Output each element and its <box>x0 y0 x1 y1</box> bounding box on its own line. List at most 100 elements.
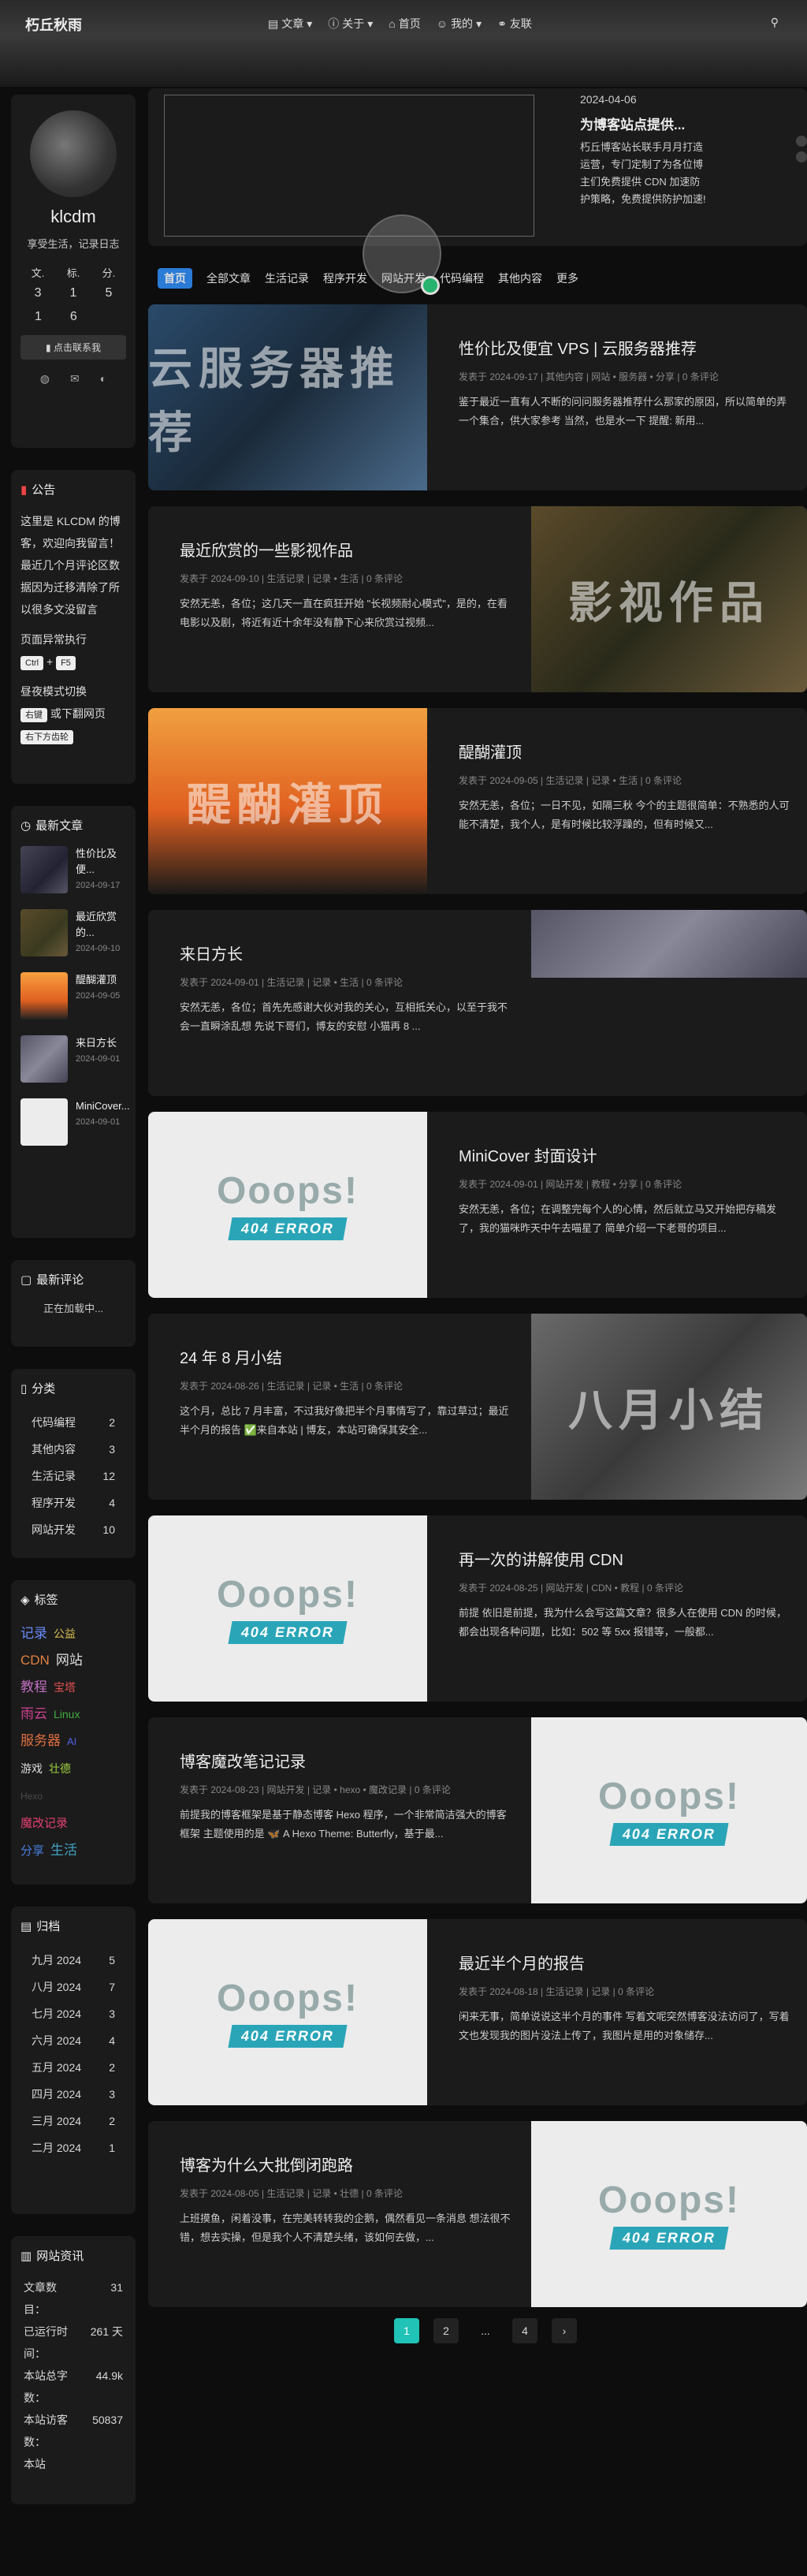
categories-title: ▯ 分类 <box>20 1381 56 1396</box>
next-page-icon[interactable]: › <box>552 2318 577 2343</box>
page-link[interactable]: 4 <box>512 2318 537 2343</box>
recent-post-item[interactable]: MiniCover... 2024-09-01 <box>20 1098 130 1146</box>
post-card[interactable]: Ooops! 404 ERROR 再一次的讲解使用 CDN 发表于 2024-08-… <box>148 1515 807 1702</box>
tab-more[interactable]: 更多 <box>556 270 578 286</box>
history-icon: ◷ <box>20 818 32 833</box>
tag-item[interactable]: 网站 <box>56 1653 83 1668</box>
nav-item-friends[interactable]: ⚭ 友联 <box>497 16 532 32</box>
post-title[interactable]: 再一次的讲解使用 CDN <box>459 1547 790 1570</box>
nav-item-articles[interactable]: ▤ 文章 ▾ <box>268 16 312 32</box>
tab-other[interactable]: 其他内容 <box>498 270 542 286</box>
post-card[interactable]: 醍醐灌顶 醍醐灌顶 发表于 2024-09-05 | 生活记录 | 记录 • 生活… <box>148 708 807 894</box>
link-icon: ⚭ <box>497 17 507 30</box>
category-item[interactable]: 网站开发 10 <box>20 1516 126 1543</box>
post-cover: 云服务器推荐 <box>148 304 427 490</box>
nav-item-about[interactable]: ⓘ 关于 ▾ <box>328 16 373 32</box>
post-card[interactable]: Ooops! 404 ERROR 最近半个月的报告 发表于 2024-08-18 |… <box>148 1919 807 2105</box>
stat-tags[interactable]: 标. 1 <box>56 265 91 300</box>
post-card[interactable]: Ooops! 404 ERROR MiniCover 封面设计 发表于 2024-0… <box>148 1112 807 1298</box>
home-icon: ⌂ <box>389 17 396 30</box>
post-meta: 发表于 2024-08-26 | 生活记录 | 记录 • 生活 | 0 条评论 <box>180 1381 403 1392</box>
category-item[interactable]: 代码编程 2 <box>20 1409 126 1436</box>
recent-posts-title: ◷ 最新文章 <box>20 818 84 833</box>
recent-post-item[interactable]: 来日方长 2024-09-01 <box>20 1035 126 1083</box>
tag-item[interactable]: 壮德 <box>49 1762 71 1775</box>
post-meta: 发表于 2024-09-05 | 生活记录 | 记录 • 生活 | 0 条评论 <box>459 775 682 786</box>
post-meta: 发表于 2024-09-17 | 其他内容 | 网站 • 服务器 • 分享 | … <box>459 371 719 382</box>
stat-categories[interactable]: 分. 5 <box>91 265 126 300</box>
post-card[interactable]: 最近欣赏的一些影视作品 发表于 2024-09-10 | 生活记录 | 记录 • … <box>148 506 807 692</box>
stat-articles[interactable]: 文. 3 <box>20 265 55 300</box>
post-title[interactable]: 24 年 8 月小结 <box>180 1345 511 1368</box>
featured-title[interactable]: 为博客站点提供... <box>580 114 685 133</box>
archive-item[interactable]: 二月 2024 1 <box>20 2134 126 2161</box>
nav-item-mine[interactable]: ☺ 我的 ▾ <box>437 16 482 32</box>
tag-item[interactable]: 雨云 <box>20 1706 47 1721</box>
post-card[interactable]: 云服务器推荐 性价比及便宜 VPS | 云服务器推荐发表于 2024-09-17… <box>148 304 807 490</box>
tag-item[interactable]: 生活 <box>50 1843 77 1858</box>
tag-item[interactable]: Linux <box>54 1708 80 1720</box>
announcement-text: 这里是 KLCDM 的博客，欢迎向我留言！最近几个月评论区数据因为迁移清除了所以… <box>20 515 121 616</box>
tag-item[interactable]: CDN <box>20 1653 50 1668</box>
post-title[interactable]: 性价比及便宜 VPS | 云服务器推荐 <box>459 336 790 359</box>
post-title[interactable]: 博客为什么大批倒闭跑路 <box>180 2153 511 2175</box>
github-icon[interactable]: ◍ <box>40 372 50 386</box>
archive-item[interactable]: 八月 2024 7 <box>20 1974 126 2000</box>
post-cover: Ooops! 404 ERROR <box>531 1717 807 1903</box>
tag-item[interactable]: AI <box>67 1735 76 1747</box>
carousel-dot[interactable] <box>796 151 807 162</box>
tab-program[interactable]: 程序开发 <box>323 270 367 286</box>
tag-item[interactable]: 魔改记录 <box>20 1817 68 1830</box>
tag-item[interactable]: 服务器 <box>20 1733 61 1748</box>
tag-item[interactable]: 公益 <box>54 1627 76 1640</box>
featured-post[interactable]: 2024-04-06 为博客站点提供... 朽丘博客站长联手月月打造运营，专门定… <box>148 88 807 246</box>
carousel-dot[interactable] <box>796 136 807 147</box>
archive-item[interactable]: 五月 2024 2 <box>20 2054 126 2081</box>
recent-post-item[interactable]: 醍醐灌顶 2024-09-05 <box>20 972 126 1020</box>
post-cover: Ooops! 404 ERROR <box>148 1112 427 1298</box>
recent-posts-card: ◷ 最新文章 性价比及便... 2024-09-17 最近欣赏的... 2024-09… <box>11 806 136 1238</box>
tag-item[interactable]: Hexo <box>20 1791 43 1802</box>
archive-item[interactable]: 三月 2024 2 <box>20 2108 126 2134</box>
post-title[interactable]: 最近半个月的报告 <box>459 1951 790 1974</box>
tag-item[interactable]: 游戏 <box>20 1762 43 1775</box>
qq-icon[interactable]: ◐ <box>100 372 106 386</box>
contact-button[interactable]: ▮ 点击联系我 <box>20 335 126 360</box>
archive-item[interactable]: 四月 2024 3 <box>20 2081 126 2108</box>
archive-icon: ▤ <box>20 1919 32 1933</box>
post-card[interactable]: 24 年 8 月小结发表于 2024-08-26 | 生活记录 | 记录 • 生… <box>148 1314 807 1500</box>
recent-post-item[interactable]: 最近欣赏的... 2024-09-10 <box>20 909 126 956</box>
page-current[interactable]: 1 <box>394 2318 419 2343</box>
tag-item[interactable]: 分享 <box>20 1844 44 1858</box>
search-icon[interactable]: ⚲ <box>771 16 779 29</box>
tab-code[interactable]: 代码编程 <box>440 270 484 286</box>
tab-life[interactable]: 生活记录 <box>265 270 309 286</box>
post-title[interactable]: 博客魔改笔记记录 <box>180 1749 511 1772</box>
archive-item[interactable]: 七月 2024 3 <box>20 2000 126 2027</box>
category-item[interactable]: 程序开发 4 <box>20 1489 126 1516</box>
nav-item-home[interactable]: ⌂ 首页 <box>389 16 420 32</box>
post-card[interactable]: 博客为什么大批倒闭跑路 发表于 2024-08-05 | 生活记录 | 记录 • … <box>148 2121 807 2307</box>
tab-home[interactable]: 首页 <box>158 268 192 289</box>
category-item[interactable]: 其他内容 3 <box>20 1436 126 1463</box>
post-title[interactable]: MiniCover 封面设计 <box>459 1143 790 1166</box>
post-card[interactable]: 来日方长发表于 2024-09-01 | 生活记录 | 记录 • 生活 | 0 … <box>148 910 807 1096</box>
bullhorn-icon: ▮ <box>20 483 28 497</box>
carousel-dots <box>796 136 807 162</box>
page-link[interactable]: 2 <box>433 2318 459 2343</box>
post-title[interactable]: 醍醐灌顶 <box>459 740 790 762</box>
mail-icon[interactable]: ✉ <box>70 372 80 386</box>
post-meta: 发表于 2024-09-01 | 生活记录 | 记录 • 生活 | 0 条评论 <box>180 977 403 988</box>
tag-item[interactable]: 宝塔 <box>54 1681 76 1694</box>
tab-all[interactable]: 全部文章 <box>206 270 251 286</box>
category-item[interactable]: 生活记录 12 <box>20 1463 126 1489</box>
archive-item[interactable]: 九月 2024 5 <box>20 1947 126 1974</box>
post-card[interactable]: 博客魔改笔记记录 发表于 2024-08-23 | 网站开发 | 记录 • hex… <box>148 1717 807 1903</box>
site-brand[interactable]: 朽丘秋雨 <box>25 14 82 35</box>
post-title[interactable]: 来日方长 <box>180 941 511 964</box>
tag-item[interactable]: 记录 <box>20 1626 47 1641</box>
archive-item[interactable]: 六月 2024 4 <box>20 2027 126 2054</box>
post-title[interactable]: 最近欣赏的一些影视作品 <box>180 538 511 561</box>
recent-post-item[interactable]: 性价比及便... 2024-09-17 <box>20 846 126 893</box>
tag-item[interactable]: 教程 <box>20 1679 47 1694</box>
